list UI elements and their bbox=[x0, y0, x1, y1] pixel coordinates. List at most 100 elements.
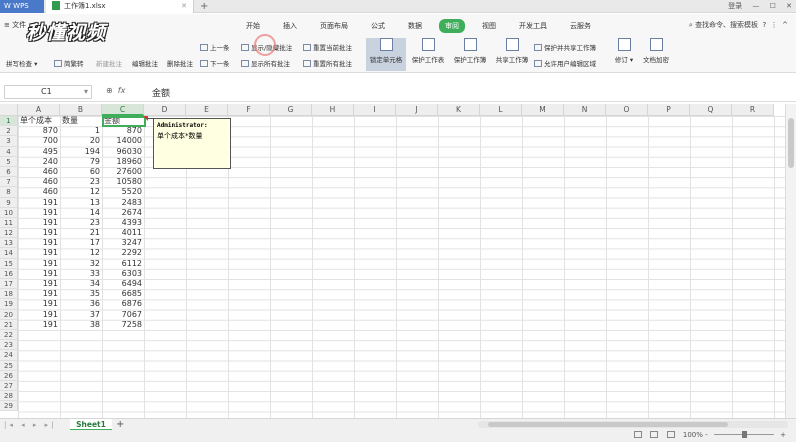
row-header-3[interactable]: 3 bbox=[0, 136, 18, 147]
close-tab-icon[interactable]: ✕ bbox=[181, 0, 187, 13]
tab-home[interactable]: 开始 bbox=[240, 19, 266, 33]
table-cell[interactable]: 6112 bbox=[102, 259, 144, 269]
table-cell[interactable]: 14000 bbox=[102, 136, 144, 146]
row-header-21[interactable]: 21 bbox=[0, 319, 18, 330]
table-cell[interactable]: 191 bbox=[18, 248, 60, 258]
table-cell[interactable]: 870 bbox=[18, 126, 60, 136]
table-cell[interactable]: 2674 bbox=[102, 208, 144, 218]
table-cell[interactable]: 6303 bbox=[102, 269, 144, 279]
row-header-29[interactable]: 29 bbox=[0, 401, 18, 412]
spreadsheet-grid[interactable]: ABCDEFGHIJKLMNOPQR 1 2 3 4 5 6 7 8 9 10 11 12 13 14 15… bbox=[0, 104, 785, 418]
table-cell[interactable]: 191 bbox=[18, 218, 60, 228]
hscroll-thumb[interactable] bbox=[488, 422, 728, 427]
table-cell[interactable]: 191 bbox=[18, 259, 60, 269]
zoom-level[interactable]: 100% bbox=[683, 431, 703, 439]
tab-data[interactable]: 数据 bbox=[402, 19, 428, 33]
table-cell[interactable]: 96030 bbox=[102, 147, 144, 157]
table-cell[interactable]: 460 bbox=[18, 167, 60, 177]
table-cell[interactable]: 36 bbox=[60, 299, 102, 309]
page-break-view-icon[interactable] bbox=[650, 431, 659, 438]
row-header-1[interactable]: 1 bbox=[0, 116, 18, 127]
row-header-13[interactable]: 13 bbox=[0, 238, 18, 249]
header-cell[interactable]: 数量 bbox=[60, 116, 102, 126]
tab-page-layout[interactable]: 页面布局 bbox=[314, 19, 354, 33]
scroll-thumb[interactable] bbox=[788, 118, 794, 168]
table-cell[interactable]: 6685 bbox=[102, 289, 144, 299]
table-cell[interactable]: 6494 bbox=[102, 279, 144, 289]
column-header-c[interactable]: C bbox=[102, 104, 144, 116]
tab-formulas[interactable]: 公式 bbox=[365, 19, 391, 33]
next-comment-button[interactable]: 下一条 bbox=[200, 58, 230, 68]
table-cell[interactable]: 460 bbox=[18, 177, 60, 187]
table-cell[interactable]: 495 bbox=[18, 147, 60, 157]
column-header-j[interactable]: J bbox=[396, 104, 438, 116]
table-cell[interactable]: 60 bbox=[60, 167, 102, 177]
protect-workbook-button[interactable]: 保护工作簿 bbox=[450, 38, 490, 64]
row-header-28[interactable]: 28 bbox=[0, 391, 18, 402]
row-header-22[interactable]: 22 bbox=[0, 329, 18, 341]
table-cell[interactable]: 23 bbox=[60, 218, 102, 228]
table-cell[interactable]: 23 bbox=[60, 177, 102, 187]
lock-cell-button[interactable]: 锁定单元格 bbox=[366, 38, 406, 71]
login-button[interactable]: 登录 bbox=[728, 2, 742, 10]
row-header-17[interactable]: 17 bbox=[0, 279, 18, 290]
tab-cloud[interactable]: 云服务 bbox=[564, 19, 597, 33]
allow-edit-ranges-button[interactable]: 允许用户编辑区域 bbox=[534, 58, 596, 68]
horizontal-scrollbar[interactable] bbox=[478, 421, 788, 428]
delete-comment-button[interactable]: 删除批注 bbox=[167, 58, 193, 68]
column-header-f[interactable]: F bbox=[228, 104, 270, 116]
formula-input[interactable]: 金额 bbox=[152, 86, 170, 99]
column-header-o[interactable]: O bbox=[606, 104, 648, 116]
table-cell[interactable]: 27600 bbox=[102, 167, 144, 177]
row-header-18[interactable]: 18 bbox=[0, 289, 18, 300]
table-cell[interactable]: 12 bbox=[60, 187, 102, 197]
fx-icon[interactable]: fx bbox=[118, 86, 126, 95]
tab-developer[interactable]: 开发工具 bbox=[513, 19, 553, 33]
table-cell[interactable]: 13 bbox=[60, 198, 102, 208]
table-cell[interactable]: 191 bbox=[18, 238, 60, 248]
table-cell[interactable]: 17 bbox=[60, 238, 102, 248]
row-header-11[interactable]: 11 bbox=[0, 217, 18, 229]
column-header-r[interactable]: R bbox=[732, 104, 774, 116]
doc-encrypt-button[interactable]: 文档加密 bbox=[636, 38, 676, 64]
table-cell[interactable]: 191 bbox=[18, 208, 60, 218]
prev-comment-button[interactable]: 上一条 bbox=[200, 42, 230, 52]
table-cell[interactable]: 460 bbox=[18, 187, 60, 197]
tab-review[interactable]: 审阅 bbox=[439, 19, 465, 33]
table-cell[interactable]: 18960 bbox=[102, 157, 144, 167]
row-header-27[interactable]: 27 bbox=[0, 380, 18, 392]
table-cell[interactable]: 700 bbox=[18, 136, 60, 146]
table-cell[interactable]: 191 bbox=[18, 289, 60, 299]
edit-comment-button[interactable]: 编辑批注 bbox=[132, 58, 158, 68]
row-header-9[interactable]: 9 bbox=[0, 197, 18, 208]
row-header-23[interactable]: 23 bbox=[0, 340, 18, 351]
table-cell[interactable]: 7258 bbox=[102, 320, 144, 330]
chevron-down-icon[interactable]: ▾ bbox=[84, 86, 88, 98]
table-cell[interactable]: 191 bbox=[18, 279, 60, 289]
table-cell[interactable]: 38 bbox=[60, 320, 102, 330]
column-header-h[interactable]: H bbox=[312, 104, 354, 116]
table-cell[interactable]: 191 bbox=[18, 269, 60, 279]
row-header-16[interactable]: 16 bbox=[0, 268, 18, 279]
minimize-icon[interactable]: — bbox=[752, 2, 759, 10]
row-header-19[interactable]: 19 bbox=[0, 299, 18, 310]
row-header-5[interactable]: 5 bbox=[0, 156, 18, 167]
file-tab[interactable]: 工作簿1.xlsx ✕ bbox=[46, 0, 194, 13]
table-cell[interactable]: 191 bbox=[18, 198, 60, 208]
column-header-k[interactable]: K bbox=[438, 104, 480, 116]
table-cell[interactable]: 191 bbox=[18, 320, 60, 330]
name-box[interactable]: C1 ▾ bbox=[4, 85, 92, 99]
table-cell[interactable]: 10580 bbox=[102, 177, 144, 187]
show-all-comments-button[interactable]: 显示所有批注 bbox=[241, 58, 290, 68]
table-cell[interactable]: 14 bbox=[60, 208, 102, 218]
row-header-25[interactable]: 25 bbox=[0, 360, 18, 371]
table-cell[interactable]: 2483 bbox=[102, 198, 144, 208]
table-cell[interactable]: 4011 bbox=[102, 228, 144, 238]
table-cell[interactable]: 21 bbox=[60, 228, 102, 238]
table-cell[interactable]: 33 bbox=[60, 269, 102, 279]
table-cell[interactable]: 32 bbox=[60, 259, 102, 269]
share-workbook-button[interactable]: 共享工作簿 bbox=[492, 38, 532, 64]
new-tab-button[interactable]: + bbox=[200, 0, 208, 13]
zoom-slider[interactable] bbox=[713, 431, 774, 438]
column-header-b[interactable]: B bbox=[60, 104, 102, 116]
